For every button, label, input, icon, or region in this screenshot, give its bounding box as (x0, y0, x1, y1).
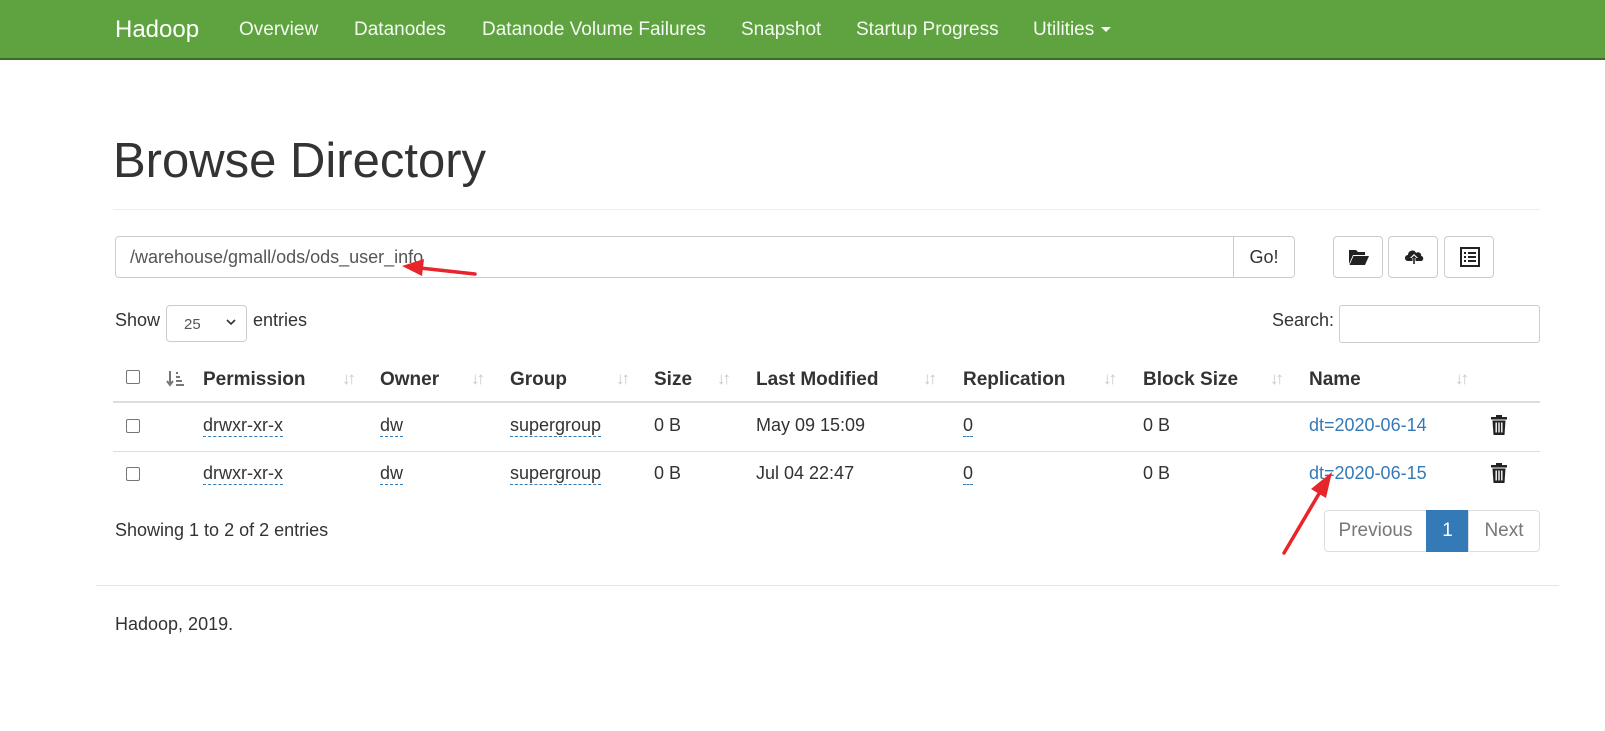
divider (113, 209, 1540, 210)
entries-label: entries (253, 310, 308, 330)
list-alt-icon (1460, 247, 1480, 267)
show-label: Show (115, 310, 161, 330)
footer-divider (96, 585, 1559, 586)
col-header-permission[interactable]: Permission (203, 369, 305, 391)
sort-icon[interactable]: ↓↑ (1455, 369, 1469, 389)
entries-per-page-value: 25 (184, 316, 201, 333)
caret-down-icon (1101, 27, 1112, 33)
top-navbar: Hadoop Overview Datanodes Datanode Volum… (0, 0, 1605, 60)
upload-files-button[interactable] (1388, 236, 1438, 278)
col-header-size[interactable]: Size (654, 369, 692, 391)
sort-icon[interactable]: ↓↑ (717, 369, 731, 389)
nav-utilities[interactable]: Utilities (1033, 19, 1112, 41)
sort-icon[interactable]: ↓↑ (1270, 369, 1284, 389)
trash-icon[interactable] (1490, 463, 1508, 483)
sort-icon[interactable]: ↓↑ (616, 369, 630, 389)
search-input[interactable] (1339, 305, 1540, 343)
col-header-replication[interactable]: Replication (963, 369, 1065, 391)
col-header-last-modified[interactable]: Last Modified (756, 369, 878, 391)
replication-cell[interactable]: 0 (963, 415, 974, 437)
sort-icon[interactable]: ↓↑ (923, 369, 937, 389)
nav-datanodes[interactable]: Datanodes (354, 19, 446, 41)
directory-path-input[interactable] (115, 236, 1234, 278)
nav-utilities-label: Utilities (1033, 19, 1095, 40)
nav-snapshot[interactable]: Snapshot (741, 19, 821, 41)
sort-icon[interactable]: ↓↑ (342, 369, 356, 389)
previous-page-button[interactable]: Previous (1324, 510, 1427, 552)
size-cell: 0 B (654, 415, 682, 435)
nav-overview[interactable]: Overview (239, 19, 318, 41)
sort-descending-icon[interactable] (166, 370, 184, 388)
annotation-overlay (402, 259, 1332, 555)
sort-icon[interactable]: ↓↑ (1103, 369, 1117, 389)
owner-cell[interactable]: dw (380, 415, 404, 437)
nav-startup-progress[interactable]: Startup Progress (856, 19, 999, 41)
table-info: Showing 1 to 2 of 2 entries (115, 520, 329, 540)
block-size-cell: 0 B (1143, 463, 1171, 483)
row-checkbox[interactable] (126, 419, 140, 433)
brand-logo[interactable]: Hadoop (115, 16, 199, 44)
footer-text: Hadoop, 2019. (115, 614, 234, 634)
trash-icon[interactable] (1490, 415, 1508, 435)
col-header-group[interactable]: Group (510, 369, 567, 391)
group-cell[interactable]: supergroup (510, 415, 602, 437)
replication-cell[interactable]: 0 (963, 463, 974, 485)
size-cell: 0 B (654, 463, 682, 483)
entries-per-page-select[interactable]: 25 (166, 305, 247, 342)
last-modified-cell: May 09 15:09 (756, 415, 866, 435)
last-modified-cell: Jul 04 22:47 (756, 463, 855, 483)
sort-icon[interactable]: ↓↑ (471, 369, 485, 389)
group-cell[interactable]: supergroup (510, 463, 602, 485)
table-header-border (113, 401, 1540, 403)
col-header-owner[interactable]: Owner (380, 369, 439, 391)
permission-cell[interactable]: drwxr-xr-x (203, 415, 283, 437)
search-label: Search: (1272, 310, 1335, 330)
select-all-checkbox[interactable] (126, 370, 140, 384)
page-1-button[interactable]: 1 (1426, 510, 1469, 552)
cut-paste-button[interactable] (1444, 236, 1494, 278)
cloud-upload-icon (1405, 250, 1424, 264)
owner-cell[interactable]: dw (380, 463, 404, 485)
name-link[interactable]: dt=2020-06-15 (1309, 463, 1427, 484)
col-header-name[interactable]: Name (1309, 369, 1361, 391)
row-checkbox[interactable] (126, 467, 140, 481)
permission-cell[interactable]: drwxr-xr-x (203, 463, 283, 485)
name-link[interactable]: dt=2020-06-14 (1309, 415, 1427, 436)
go-button[interactable]: Go! (1233, 236, 1295, 278)
next-page-button[interactable]: Next (1468, 510, 1540, 552)
create-directory-button[interactable] (1333, 236, 1383, 278)
col-header-block-size[interactable]: Block Size (1143, 369, 1238, 391)
block-size-cell: 0 B (1143, 415, 1171, 435)
nav-datanode-volume-failures[interactable]: Datanode Volume Failures (482, 19, 706, 41)
folder-open-icon (1349, 250, 1369, 265)
chevron-down-icon (226, 319, 236, 326)
row-divider (113, 451, 1540, 452)
page-title: Browse Directory (113, 134, 487, 188)
